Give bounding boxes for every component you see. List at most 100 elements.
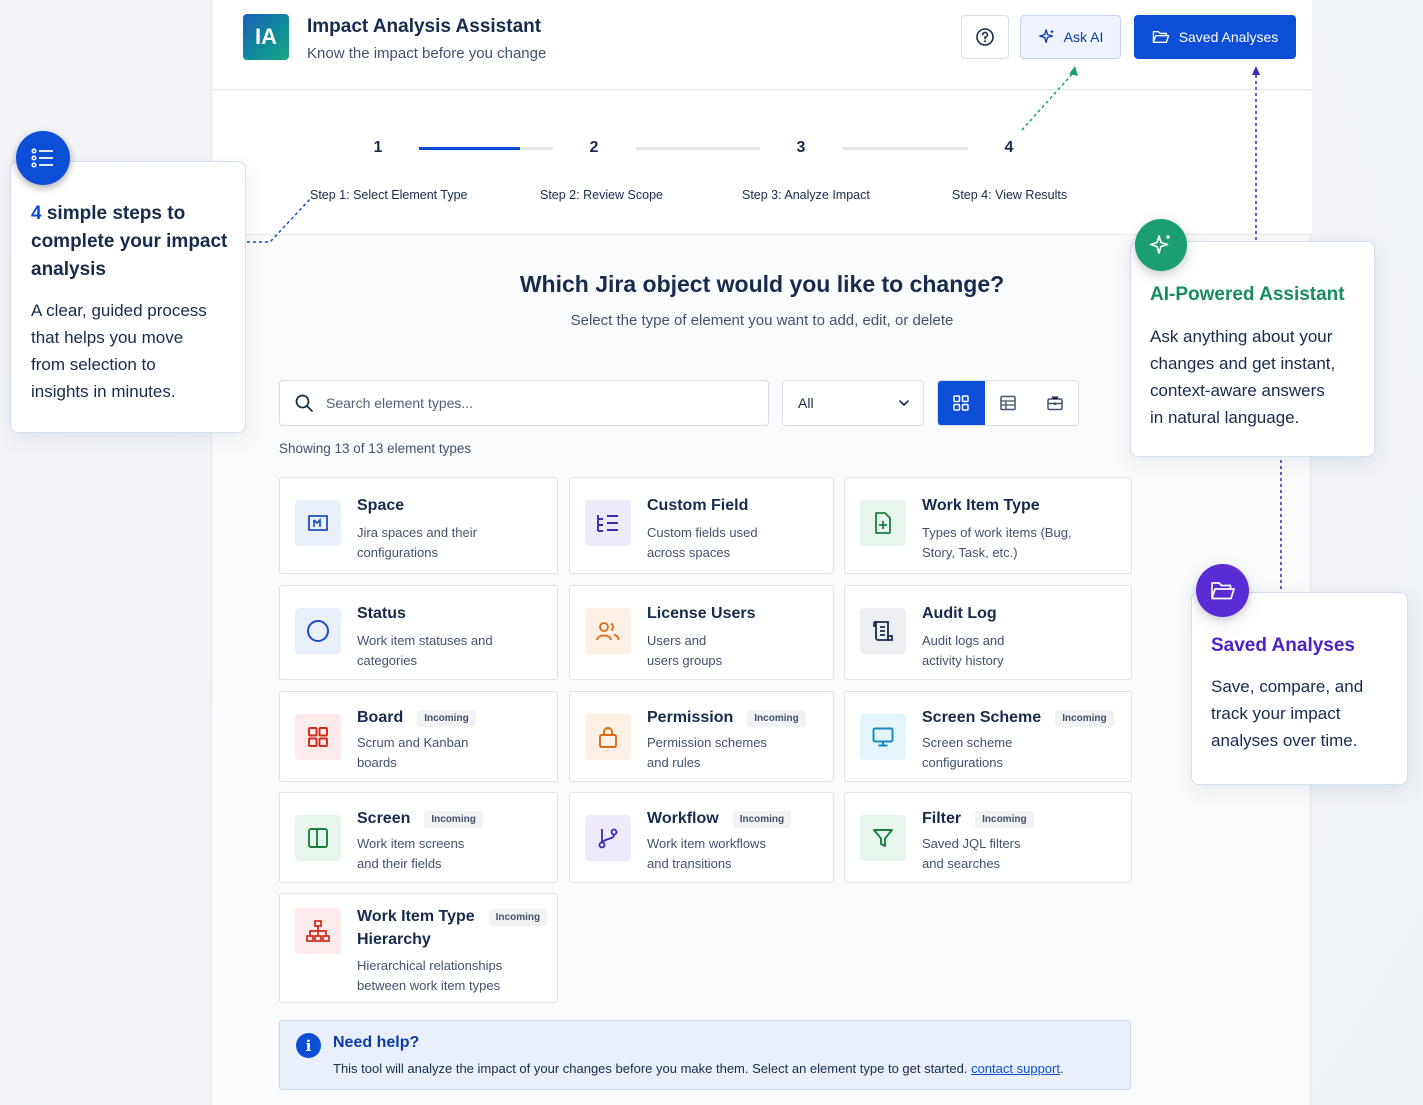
incoming-badge: Incoming <box>424 810 483 828</box>
element-card-status[interactable]: Status Work item statuses and categories <box>279 585 558 680</box>
help-trailing: . <box>1059 1061 1064 1076</box>
filter-select[interactable]: All <box>782 380 924 426</box>
card-desc: Audit logs and <box>922 633 1005 648</box>
element-card-permission[interactable]: Permission Incoming Permission schemes and… <box>569 691 834 782</box>
element-card-license-users[interactable]: License Users Users and users groups <box>569 585 834 680</box>
help-notice: i Need help? This tool will analyze the … <box>279 1020 1131 1090</box>
element-card-custom-field[interactable]: Custom Field Custom fields used across sp… <box>569 477 834 574</box>
step-4-number: 4 <box>1004 139 1014 156</box>
incoming-badge: Incoming <box>417 709 476 727</box>
saved-analyses-button[interactable]: Saved Analyses <box>1134 15 1296 59</box>
briefcase-icon <box>1046 396 1063 411</box>
element-card-space[interactable]: Space Jira spaces and their configuration… <box>279 477 558 574</box>
ai-callout-heading: AI-Powered Assistant <box>1150 284 1345 305</box>
card-desc: Users and <box>647 633 707 648</box>
help-title: Need help? <box>333 1034 420 1051</box>
saved-analyses-label: Saved Analyses <box>1178 29 1279 45</box>
help-description: This tool will analyze the impact of you… <box>333 1061 968 1076</box>
element-card-workflow[interactable]: Workflow Incoming Work item workflows and … <box>569 792 834 883</box>
card-title: Screen <box>357 810 411 827</box>
card-title: Status <box>357 605 406 622</box>
board-icon <box>308 727 328 747</box>
step-3-circle[interactable]: 3 <box>780 127 822 169</box>
card-desc: Jira spaces and their <box>357 525 477 540</box>
element-card-board[interactable]: Board Incoming Scrum and Kanban boards <box>279 691 558 782</box>
search-input[interactable] <box>326 395 726 411</box>
card-title: Filter <box>922 810 962 827</box>
folder-open-icon <box>1210 581 1235 599</box>
lock-icon <box>599 727 617 748</box>
status-icon <box>307 620 329 642</box>
ai-callout: AI-Powered Assistant Ask anything about … <box>1130 241 1375 457</box>
step-2-circle[interactable]: 2 <box>573 127 615 169</box>
card-desc: Scrum and Kanban <box>357 735 469 750</box>
card-title: Board <box>357 709 404 726</box>
card-title: Screen Scheme <box>922 709 1042 726</box>
help-button[interactable] <box>961 15 1009 59</box>
element-card-screen-scheme[interactable]: Screen Scheme Incoming Screen scheme confi… <box>844 691 1132 782</box>
saved-callout: Saved Analyses Save, compare, and track … <box>1191 592 1408 785</box>
ask-ai-button[interactable]: Ask AI <box>1020 15 1121 59</box>
category-view-button[interactable] <box>1031 381 1078 425</box>
search-box <box>279 380 769 426</box>
card-desc: Screen scheme <box>922 735 1013 750</box>
card-title: Permission <box>647 709 734 726</box>
saved-callout-badge <box>1196 564 1249 617</box>
element-card-audit-log[interactable]: Audit Log Audit logs and activity history <box>844 585 1132 680</box>
step-1-circle[interactable]: 1 <box>357 127 399 169</box>
steps-callout-number: 4 <box>31 203 42 224</box>
steps-callout-text: that helps you move <box>31 328 184 347</box>
step-connector-progress <box>419 147 520 150</box>
steps-callout-heading-line3: analysis <box>31 259 106 280</box>
card-desc: Saved JQL filters <box>922 836 1021 851</box>
app-logo: IA <box>243 14 289 60</box>
filter-select-value: All <box>798 395 814 411</box>
sparkle-icon <box>1038 29 1053 44</box>
card-desc: and transitions <box>647 856 732 871</box>
help-text: This tool will analyze the impact of you… <box>333 1061 1064 1076</box>
space-icon <box>308 515 328 531</box>
stepper: 1 2 3 4 Step 1: Select Element Type Step… <box>212 91 1312 235</box>
app-title: Impact Analysis Assistant <box>307 16 542 37</box>
element-card-filter[interactable]: Filter Incoming Saved JQL filters and sear… <box>844 792 1132 883</box>
grid-view-button[interactable] <box>938 381 985 425</box>
incoming-badge: Incoming <box>975 810 1034 828</box>
element-card-work-item-type[interactable]: Work Item Type Types of work items (Bug,… <box>844 477 1132 574</box>
card-title: License Users <box>647 605 756 622</box>
card-title-line2: Hierarchy <box>357 931 431 948</box>
ai-callout-badge <box>1135 219 1187 271</box>
step-3-number: 3 <box>796 139 806 156</box>
card-desc: Story, Task, etc.) <box>922 545 1018 560</box>
step-4-circle[interactable]: 4 <box>988 127 1030 169</box>
card-title: Work Item Type <box>357 908 475 925</box>
search-icon <box>295 394 313 412</box>
card-desc: across spaces <box>647 545 731 560</box>
element-card-screen[interactable]: Screen Incoming Work item screens and thei… <box>279 792 558 883</box>
ai-callout-body: Ask anything about your changes and get … <box>1150 323 1335 431</box>
table-icon <box>1000 395 1016 411</box>
incoming-badge: Incoming <box>1055 709 1114 727</box>
ai-callout-text: Ask anything about your <box>1150 327 1333 346</box>
saved-callout-text: track your impact <box>1211 704 1341 723</box>
card-desc: Work item workflows <box>647 836 766 851</box>
steps-callout: 4 simple steps to complete your impact a… <box>10 161 246 433</box>
card-desc: and rules <box>647 755 701 770</box>
saved-callout-body: Save, compare, and track your impact ana… <box>1211 673 1363 754</box>
card-title: Custom Field <box>647 497 749 514</box>
card-desc: Permission schemes <box>647 735 767 750</box>
hierarchy-icon <box>306 920 330 942</box>
element-card-work-item-type-hierarchy[interactable]: Work Item Type Incoming Hierarchy Hierarc… <box>279 893 558 1003</box>
card-desc: configurations <box>357 545 438 560</box>
step-connector-2 <box>636 147 760 150</box>
filter-icon <box>873 829 893 847</box>
contact-support-link[interactable]: contact support <box>971 1061 1060 1076</box>
steps-callout-heading-line1: simple steps to <box>41 203 186 224</box>
ai-callout-text: context-aware answers <box>1150 381 1325 400</box>
step-4-label: Step 4: View Results <box>952 188 1068 202</box>
card-desc: Work item screens <box>357 836 465 851</box>
steps-callout-text: A clear, guided process <box>31 301 207 320</box>
table-view-button[interactable] <box>985 381 1032 425</box>
steps-callout-text: from selection to <box>31 355 156 374</box>
sparkle-icon <box>1149 235 1170 254</box>
ai-callout-text: in natural language. <box>1150 408 1300 427</box>
